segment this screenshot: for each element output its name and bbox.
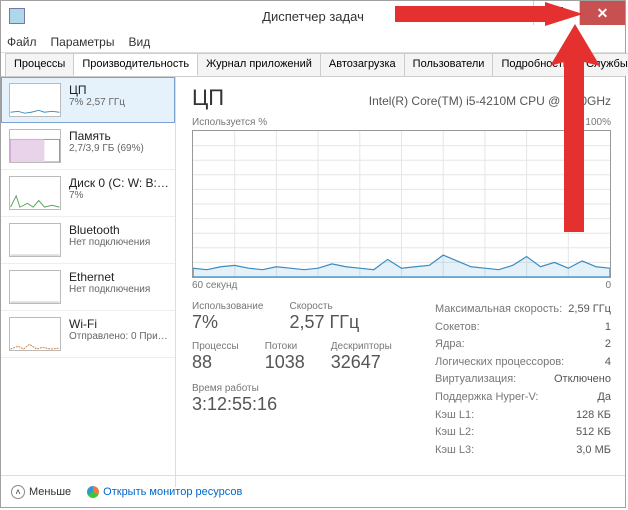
- threads-value: 1038: [265, 352, 305, 373]
- l2-value: 512 КБ: [576, 424, 611, 442]
- tab-app-history[interactable]: Журнал приложений: [197, 53, 321, 76]
- resmon-label: Открыть монитор ресурсов: [103, 486, 242, 498]
- tab-performance[interactable]: Производительность: [73, 53, 198, 76]
- virt-value: Отключено: [554, 371, 611, 389]
- chart-bot-right-label: 0: [605, 280, 611, 291]
- footer: ˄ Меньше Открыть монитор ресурсов: [1, 475, 625, 507]
- sidebar-disk-label: Диск 0 (C: W: B: M:): [69, 176, 169, 190]
- threads-label: Потоки: [265, 341, 305, 352]
- sockets-label: Сокетов:: [435, 319, 480, 337]
- tabbar: Процессы Производительность Журнал прило…: [1, 53, 625, 77]
- sidebar-cpu-label: ЦП: [69, 83, 125, 97]
- sidebar-eth-label: Ethernet: [69, 270, 150, 284]
- processes-value: 88: [192, 352, 239, 373]
- menu-file[interactable]: Файл: [7, 35, 37, 49]
- main-title: ЦП: [192, 85, 224, 111]
- disk-thumb: [9, 176, 61, 210]
- sidebar-wifi-sub: Отправлено: 0 Принято: 0: [69, 331, 169, 342]
- l3-value: 3,0 МБ: [576, 442, 611, 460]
- sockets-value: 1: [605, 319, 611, 337]
- l2-label: Кэш L2:: [435, 424, 474, 442]
- sidebar-bt-label: Bluetooth: [69, 223, 150, 237]
- sidebar-disk-sub: 7%: [69, 190, 169, 201]
- cpu-thumb: [9, 83, 61, 117]
- usage-value: 7%: [192, 312, 263, 333]
- hyperv-value: Да: [597, 389, 611, 407]
- l1-label: Кэш L1:: [435, 407, 474, 425]
- sidebar-item-disk[interactable]: Диск 0 (C: W: B: M:)7%: [1, 170, 175, 217]
- cores-label: Ядра:: [435, 336, 465, 354]
- annotation-arrow-2: [540, 22, 610, 232]
- sidebar-bt-sub: Нет подключения: [69, 237, 150, 248]
- chart-top-left-label: Используется %: [192, 117, 267, 128]
- sidebar: ЦП7% 2,57 ГГц Память2,7/3,9 ГБ (69%) Дис…: [1, 77, 176, 487]
- sidebar-item-cpu[interactable]: ЦП7% 2,57 ГГц: [1, 77, 175, 123]
- hyperv-label: Поддержка Hyper-V:: [435, 389, 538, 407]
- sidebar-wifi-label: Wi-Fi: [69, 317, 169, 331]
- sidebar-item-bluetooth[interactable]: BluetoothНет подключения: [1, 217, 175, 264]
- app-icon: [9, 8, 25, 24]
- logcpu-label: Логических процессоров:: [435, 354, 564, 372]
- l3-label: Кэш L3:: [435, 442, 474, 460]
- cores-value: 2: [605, 336, 611, 354]
- chevron-up-icon: ˄: [11, 485, 25, 499]
- sidebar-mem-sub: 2,7/3,9 ГБ (69%): [69, 143, 144, 154]
- tab-processes[interactable]: Процессы: [5, 53, 74, 76]
- maxspeed-label: Максимальная скорость:: [435, 301, 562, 319]
- uptime-value: 3:12:55:16: [192, 394, 435, 415]
- uptime-label: Время работы: [192, 383, 435, 394]
- open-resource-monitor-link[interactable]: Открыть монитор ресурсов: [87, 486, 242, 498]
- mem-thumb: [9, 129, 61, 163]
- usage-label: Использование: [192, 301, 263, 312]
- speed-label: Скорость: [289, 301, 359, 312]
- tab-startup[interactable]: Автозагрузка: [320, 53, 405, 76]
- speed-value: 2,57 ГГц: [289, 312, 359, 333]
- fewer-details-button[interactable]: ˄ Меньше: [11, 485, 71, 499]
- handles-value: 32647: [331, 352, 392, 373]
- menu-options[interactable]: Параметры: [51, 35, 115, 49]
- maxspeed-value: 2,59 ГГц: [568, 301, 611, 319]
- sidebar-cpu-sub: 7% 2,57 ГГц: [69, 97, 125, 108]
- logcpu-value: 4: [605, 354, 611, 372]
- virt-label: Виртуализация:: [435, 371, 516, 389]
- sidebar-item-wifi[interactable]: Wi-FiОтправлено: 0 Принято: 0: [1, 311, 175, 358]
- handles-label: Дескрипторы: [331, 341, 392, 352]
- eth-thumb: [9, 270, 61, 304]
- sidebar-item-ethernet[interactable]: EthernetНет подключения: [1, 264, 175, 311]
- bt-thumb: [9, 223, 61, 257]
- sidebar-eth-sub: Нет подключения: [69, 284, 150, 295]
- resmon-icon: [87, 486, 99, 498]
- l1-value: 128 КБ: [576, 407, 611, 425]
- processes-label: Процессы: [192, 341, 239, 352]
- wifi-thumb: [9, 317, 61, 351]
- menu-view[interactable]: Вид: [128, 35, 150, 49]
- fewer-label: Меньше: [29, 486, 71, 498]
- chart-bot-left-label: 60 секунд: [192, 280, 237, 291]
- tab-users[interactable]: Пользователи: [404, 53, 494, 76]
- window-title: Диспетчер задач: [262, 9, 364, 24]
- sidebar-item-memory[interactable]: Память2,7/3,9 ГБ (69%): [1, 123, 175, 170]
- sidebar-mem-label: Память: [69, 129, 144, 143]
